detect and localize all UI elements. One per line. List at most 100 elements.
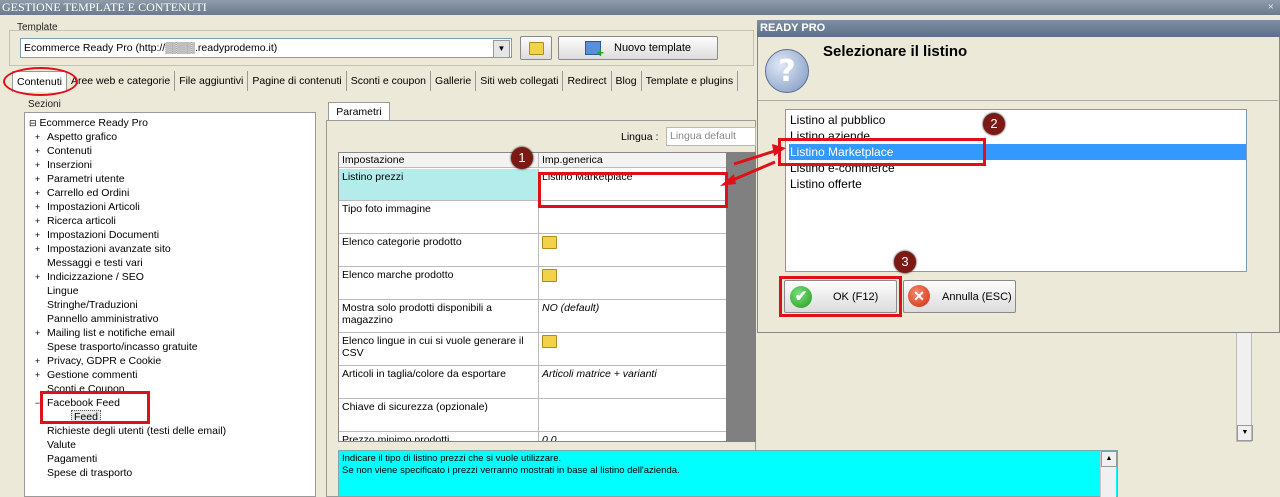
dialog-divider [758, 100, 1278, 101]
tree-root[interactable]: ⊟ Ecommerce Ready Pro [29, 116, 148, 130]
scroll-down-icon[interactable]: ▼ [1237, 425, 1253, 441]
grid-scrollbar[interactable]: ▼ [1236, 330, 1253, 442]
description-scrollbar[interactable]: ▲ [1100, 451, 1117, 497]
expand-icon[interactable]: + [33, 242, 42, 256]
tab-pagine-contenuti[interactable]: Pagine di contenuti [248, 71, 347, 91]
tree-item[interactable]: + Gestione commenti [35, 368, 138, 382]
tab-aree-web[interactable]: Aree web e categorie [67, 71, 176, 91]
param-value-cell[interactable] [539, 267, 727, 300]
param-value-cell[interactable]: 0,0 [539, 432, 727, 441]
main-tabs: Contenuti Aree web e categorie File aggi… [12, 71, 739, 92]
contenuti-callout-ellipse [3, 67, 78, 96]
tree-item[interactable]: + Parametri utente [35, 172, 125, 186]
tree-item-label: Lingue [47, 285, 79, 297]
tree-item[interactable]: + Privacy, GDPR e Cookie [35, 354, 161, 368]
tree-item[interactable]: Richieste degli utenti (testi delle emai… [47, 424, 226, 438]
param-setting-cell: Chiave di sicurezza (opzionale) [339, 399, 539, 432]
tree-item-label: Impostazioni Articoli [47, 201, 140, 213]
folder-icon[interactable] [542, 269, 557, 282]
tree-item[interactable]: Lingue [47, 284, 79, 298]
tree-item-label: Carrello ed Ordini [47, 187, 130, 199]
expand-icon[interactable]: + [33, 200, 42, 214]
pricelist-option[interactable]: Listino al pubblico [789, 112, 1246, 128]
close-icon[interactable]: × [1268, 0, 1274, 15]
param-setting-cell: Elenco lingue in cui si vuole generare i… [339, 333, 539, 366]
new-template-button[interactable]: + Nuovo template [558, 36, 718, 60]
col-value-header: Imp.generica [539, 153, 727, 168]
tree-item[interactable]: + Mailing list e notifiche email [35, 326, 175, 340]
expand-icon[interactable]: + [33, 228, 42, 242]
expand-icon[interactable]: + [33, 214, 42, 228]
param-setting-cell: Elenco marche prodotto [339, 267, 539, 300]
tree-root-label: Ecommerce Ready Pro [39, 117, 149, 129]
expand-icon[interactable]: + [33, 326, 42, 340]
folder-icon [528, 42, 544, 55]
tab-parametri[interactable]: Parametri [328, 102, 390, 120]
param-value-cell[interactable] [539, 399, 727, 432]
pricelist-listbox[interactable]: Listino al pubblico Listino aziende Listin… [785, 109, 1247, 272]
description-line-1: Indicare il tipo di listino prezzi che s… [342, 453, 562, 464]
folder-icon[interactable] [542, 335, 557, 348]
tree-item[interactable]: + Inserzioni [35, 158, 92, 172]
param-setting-cell: Mostra solo prodotti disponibili a magaz… [339, 300, 539, 333]
folder-icon[interactable] [542, 236, 557, 249]
new-template-icon: + [584, 41, 604, 59]
tab-redirect[interactable]: Redirect [563, 71, 612, 91]
tree-item-label: Parametri utente [47, 173, 125, 185]
tree-item[interactable]: Pannello amministrativo [47, 312, 158, 326]
template-select[interactable]: Ecommerce Ready Pro (http://▒▒▒▒.readypr… [20, 38, 512, 58]
new-template-label: Nuovo template [614, 42, 692, 54]
expand-icon[interactable]: + [33, 130, 42, 144]
tree-item-label: Richieste degli utenti (testi delle emai… [47, 425, 227, 437]
tree-item[interactable]: Pagamenti [47, 452, 97, 466]
expand-icon[interactable]: + [33, 270, 42, 284]
expand-icon[interactable]: + [33, 172, 42, 186]
sections-tree: ⊟ Ecommerce Ready Pro + Aspetto grafico + C… [24, 112, 316, 497]
open-folder-button[interactable] [520, 36, 552, 60]
tree-item-label: Stringhe/Traduzioni [47, 299, 138, 311]
pricelist-option[interactable]: Listino offerte [789, 176, 1246, 192]
tree-item[interactable]: + Impostazioni Documenti [35, 228, 159, 242]
col-setting-header: Impostazione [339, 153, 539, 168]
tree-item[interactable]: + Aspetto grafico [35, 130, 117, 144]
tree-item[interactable]: + Ricerca articoli [35, 214, 116, 228]
tree-item[interactable]: Valute [47, 438, 76, 452]
expand-icon[interactable]: + [33, 354, 42, 368]
param-setting-cell: Prezzo minimo prodotti [339, 432, 539, 441]
tree-item[interactable]: + Impostazioni avanzate sito [35, 242, 171, 256]
language-label: Lingua : [621, 131, 659, 143]
param-setting-cell: Elenco categorie prodotto [339, 234, 539, 267]
expand-icon[interactable]: + [33, 158, 42, 172]
param-value-cell[interactable] [539, 234, 727, 267]
tree-item[interactable]: Spese trasporto/incasso gratuite [47, 340, 198, 354]
expand-icon[interactable]: + [33, 144, 42, 158]
expand-icon[interactable]: + [33, 186, 42, 200]
tree-item[interactable]: Spese di trasporto [47, 466, 132, 480]
step-badge-2: 2 [983, 113, 1005, 135]
dialog-title: READY PRO [757, 20, 1280, 37]
param-value-cell[interactable]: Articoli matrice + varianti [539, 366, 727, 399]
grid-empty-area [726, 152, 756, 442]
tab-template-plugins[interactable]: Template e plugins [642, 71, 739, 91]
tab-sconti-coupon[interactable]: Sconti e coupon [347, 71, 432, 91]
tree-item-label: Impostazioni avanzate sito [47, 243, 171, 255]
tree-item[interactable]: + Contenuti [35, 144, 92, 158]
template-select-value: Ecommerce Ready Pro (http://▒▒▒▒.readypr… [24, 42, 278, 54]
param-value-cell[interactable] [539, 333, 727, 366]
cancel-button[interactable]: ✕ Annulla (ESC) [903, 280, 1016, 313]
tree-item[interactable]: Messaggi e testi vari [47, 256, 143, 270]
tree-item[interactable]: + Impostazioni Articoli [35, 200, 140, 214]
expand-icon[interactable]: + [33, 368, 42, 382]
tree-item[interactable]: Stringhe/Traduzioni [47, 298, 138, 312]
tab-blog[interactable]: Blog [612, 71, 642, 91]
tree-item[interactable]: + Carrello ed Ordini [35, 186, 130, 200]
scroll-up-icon[interactable]: ▲ [1101, 451, 1117, 467]
tree-item-label: Ricerca articoli [47, 215, 116, 227]
tree-item[interactable]: + Indicizzazione / SEO [35, 270, 144, 284]
param-value-cell[interactable]: NO (default) [539, 300, 727, 333]
chevron-down-icon[interactable]: ▼ [493, 40, 510, 58]
tab-gallerie[interactable]: Gallerie [431, 71, 477, 91]
tab-file-aggiuntivi[interactable]: File aggiuntivi [175, 71, 249, 91]
ok-callout [779, 276, 902, 317]
tab-siti-web[interactable]: Siti web collegati [476, 71, 564, 91]
